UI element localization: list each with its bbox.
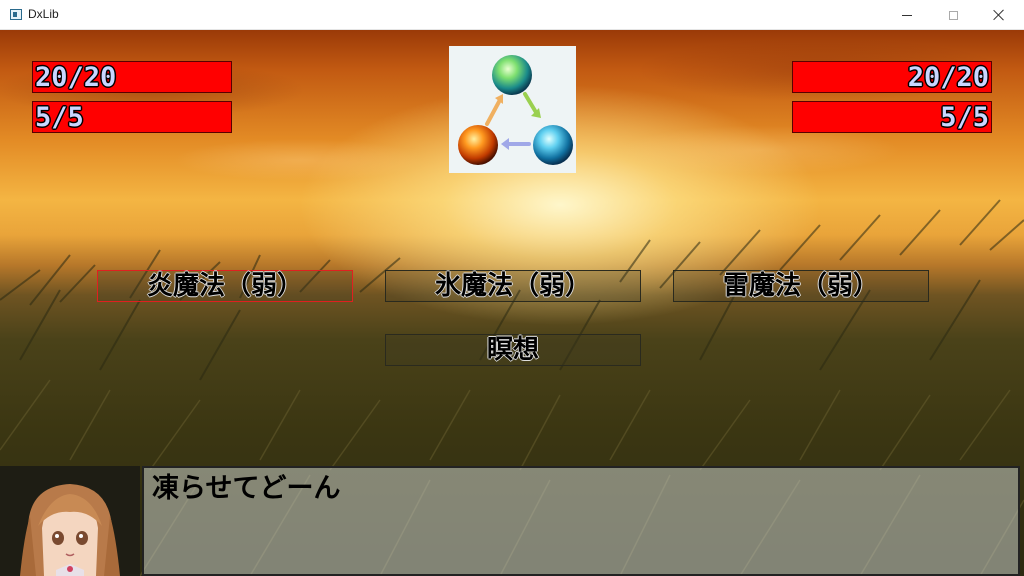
- enemy-mp-bar: 5/5: [792, 101, 992, 133]
- element-affinity-chart: [449, 46, 576, 173]
- element-cycle-diagram: [458, 55, 573, 165]
- command-thunder-magic-weak[interactable]: 雷魔法（弱）: [673, 270, 929, 302]
- player-mp-bar: 5/5: [32, 101, 232, 133]
- enemy-mp-value: 5/5: [940, 102, 989, 133]
- arrow-wind-to-ice: [523, 92, 539, 116]
- game-window: DxLib 20/20 5/5 20/20 5/5 炎魔法（弱） 氷魔法（弱） …: [0, 0, 1024, 576]
- character-portrait: [0, 466, 140, 576]
- window-title: DxLib: [28, 7, 59, 21]
- command-ice-magic-weak[interactable]: 氷魔法（弱）: [385, 270, 641, 302]
- close-button[interactable]: [976, 0, 1022, 30]
- character-portrait-image: [0, 466, 140, 576]
- arrow-fire-to-wind: [485, 96, 503, 126]
- fire-orb-icon: [458, 125, 498, 165]
- maximize-button[interactable]: [930, 0, 976, 30]
- message-text: 凍らせてどーん: [152, 473, 341, 504]
- app-icon: [10, 9, 22, 20]
- command-fire-magic-weak[interactable]: 炎魔法（弱）: [97, 270, 353, 302]
- minimize-icon: [902, 14, 912, 16]
- player-mp-value: 5/5: [35, 102, 84, 133]
- wind-orb-icon: [492, 55, 532, 95]
- enemy-hp-value: 20/20: [907, 62, 989, 93]
- close-icon: [993, 9, 1005, 21]
- battle-scene: 20/20 5/5 20/20 5/5 炎魔法（弱） 氷魔法（弱） 雷魔法（弱）…: [0, 30, 1024, 576]
- ice-orb-icon: [533, 125, 573, 165]
- enemy-hp-bar: 20/20: [792, 61, 992, 93]
- minimize-button[interactable]: [884, 0, 930, 30]
- message-window: 凍らせてどーん: [142, 466, 1020, 576]
- title-bar: DxLib: [0, 0, 1024, 30]
- maximize-icon: [948, 10, 958, 20]
- player-hp-value: 20/20: [35, 62, 117, 93]
- command-meditate[interactable]: 瞑想: [385, 334, 641, 366]
- player-hp-bar: 20/20: [32, 61, 232, 93]
